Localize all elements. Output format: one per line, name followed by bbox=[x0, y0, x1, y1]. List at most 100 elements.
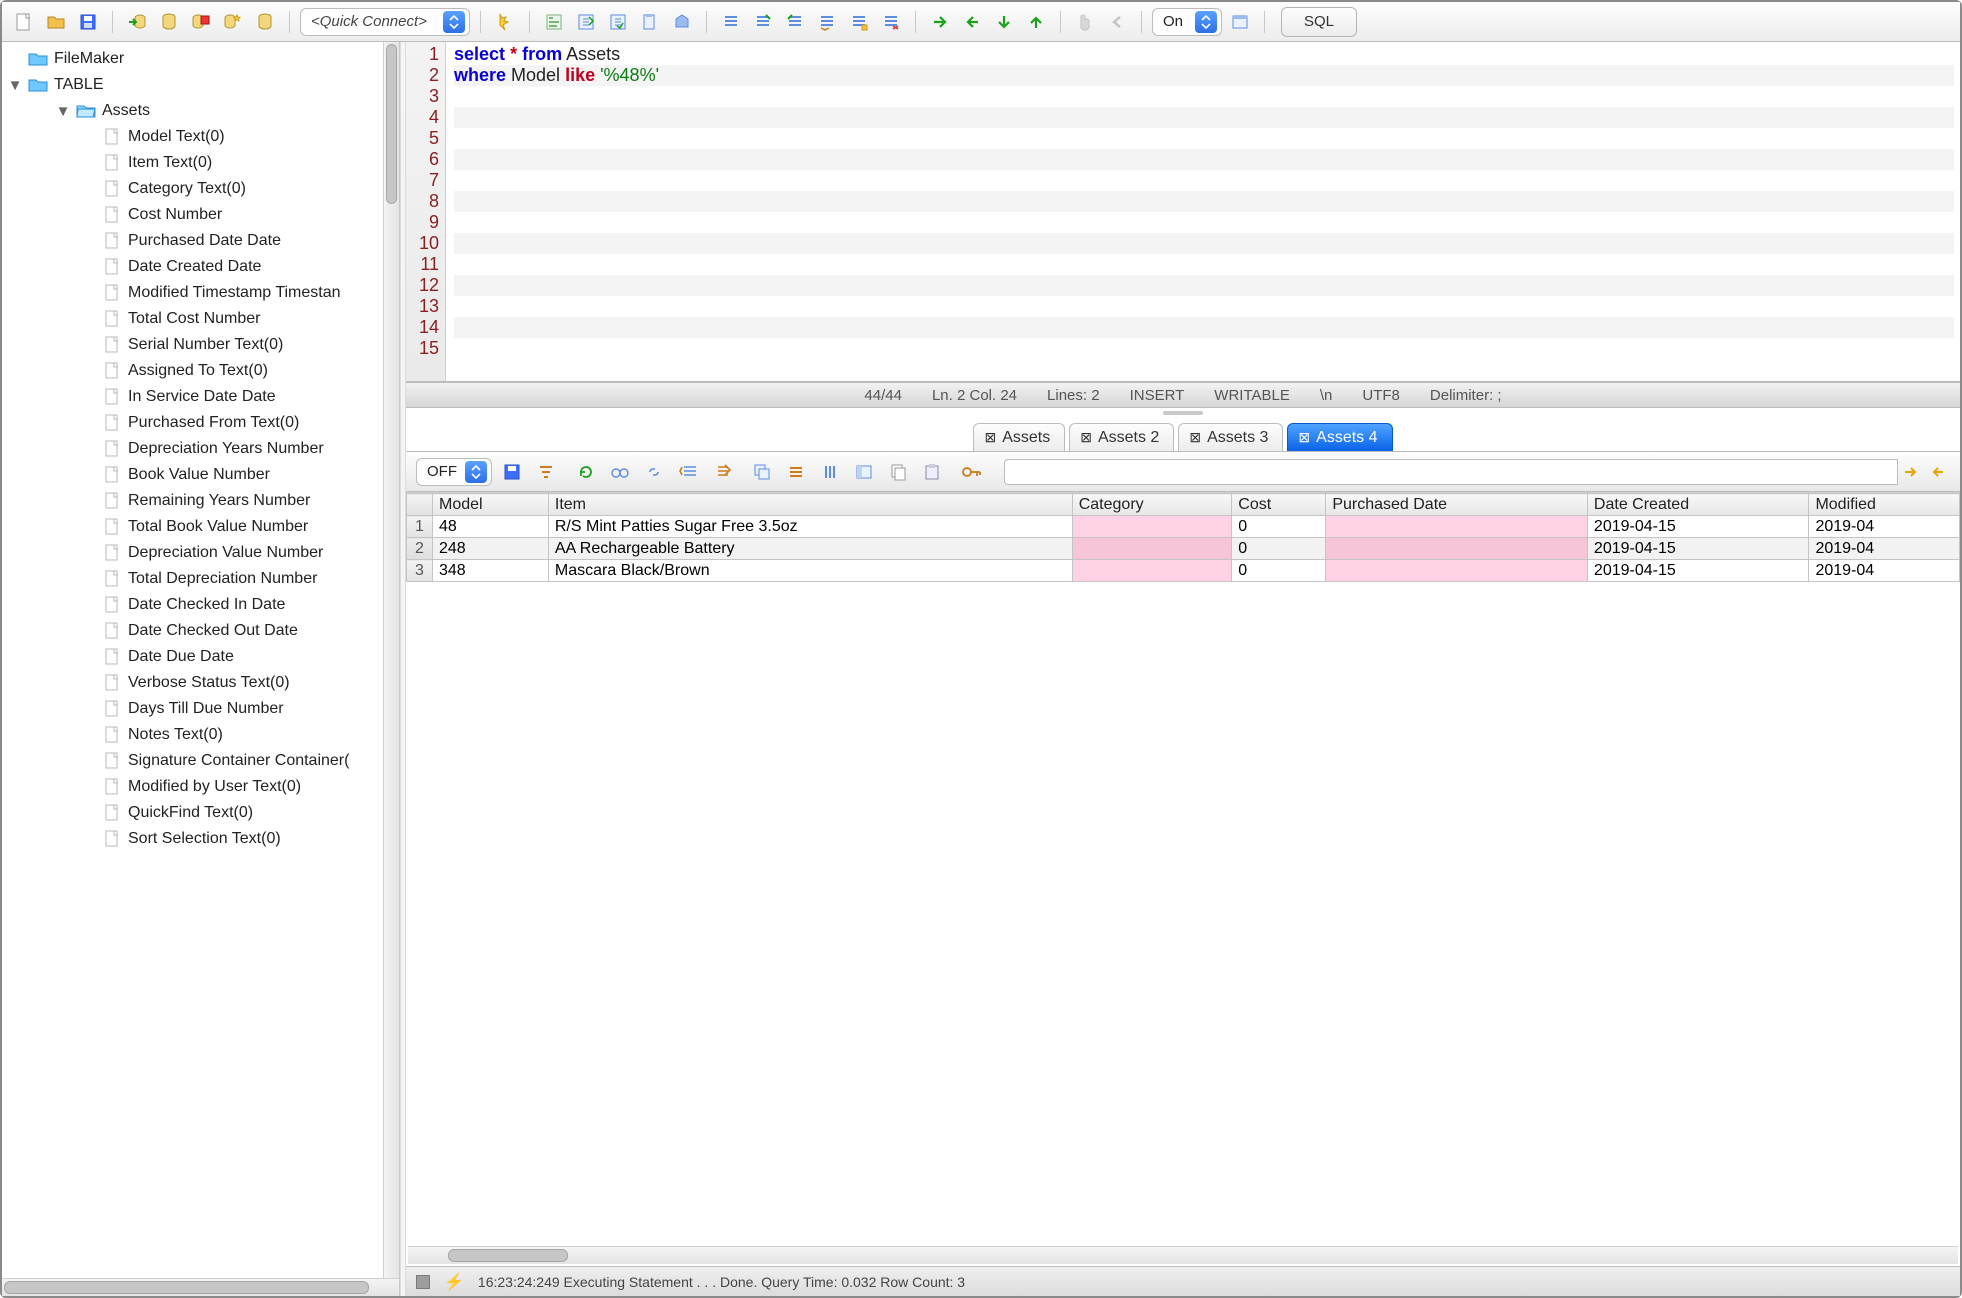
export-icon[interactable] bbox=[674, 458, 702, 486]
table-row[interactable]: 2248AA Rechargeable Battery02019-04-1520… bbox=[407, 538, 1960, 560]
align-3-icon[interactable] bbox=[781, 8, 809, 36]
tree-column-node[interactable]: Days Till Due Number bbox=[8, 696, 399, 722]
table-cell[interactable] bbox=[1326, 516, 1588, 538]
tree-column-node[interactable]: Category Text(0) bbox=[8, 176, 399, 202]
result-tab[interactable]: ⊠Assets 3 bbox=[1178, 423, 1283, 451]
close-tab-icon[interactable]: ⊠ bbox=[984, 429, 996, 446]
off-dropdown[interactable]: OFF bbox=[416, 458, 492, 486]
copy-icon[interactable] bbox=[884, 458, 912, 486]
tree-column-node[interactable]: Model Text(0) bbox=[8, 124, 399, 150]
columns-icon[interactable] bbox=[816, 458, 844, 486]
tool-3-icon[interactable] bbox=[604, 8, 632, 36]
import-icon[interactable] bbox=[708, 458, 736, 486]
table-cell[interactable]: 0 bbox=[1232, 538, 1326, 560]
table-cell[interactable]: 248 bbox=[433, 538, 549, 560]
glasses-icon[interactable] bbox=[606, 458, 634, 486]
tree-column-node[interactable]: Depreciation Years Number bbox=[8, 436, 399, 462]
save-icon[interactable] bbox=[74, 8, 102, 36]
tree-column-node[interactable]: Date Checked Out Date bbox=[8, 618, 399, 644]
sidebar-horizontal-scrollbar[interactable] bbox=[2, 1278, 399, 1296]
search-next-icon[interactable] bbox=[1898, 459, 1924, 485]
result-horizontal-scrollbar[interactable] bbox=[408, 1246, 1958, 1264]
open-folder-icon[interactable] bbox=[42, 8, 70, 36]
tree-column-node[interactable]: Total Depreciation Number bbox=[8, 566, 399, 592]
filter-icon[interactable] bbox=[532, 458, 560, 486]
tree-column-node[interactable]: Purchased From Text(0) bbox=[8, 410, 399, 436]
table-cell[interactable] bbox=[1072, 538, 1232, 560]
result-tab[interactable]: ⊠Assets 2 bbox=[1069, 423, 1174, 451]
table-cell[interactable]: AA Rechargeable Battery bbox=[548, 538, 1072, 560]
glove-icon[interactable] bbox=[1071, 8, 1099, 36]
tree-column-node[interactable]: QuickFind Text(0) bbox=[8, 800, 399, 826]
column-header[interactable]: Modified bbox=[1809, 494, 1960, 516]
execute-icon[interactable] bbox=[491, 8, 519, 36]
close-tab-icon[interactable]: ⊠ bbox=[1080, 429, 1092, 446]
tree-column-node[interactable]: Total Cost Number bbox=[8, 306, 399, 332]
close-tab-icon[interactable]: ⊠ bbox=[1189, 429, 1201, 446]
tree-column-node[interactable]: Cost Number bbox=[8, 202, 399, 228]
table-cell[interactable]: 0 bbox=[1232, 516, 1326, 538]
disclosure-open-icon[interactable]: ▼ bbox=[8, 78, 22, 92]
arrow-down-icon[interactable] bbox=[990, 8, 1018, 36]
table-cell[interactable]: 2019-04-15 bbox=[1587, 560, 1809, 582]
table-cell[interactable] bbox=[1072, 516, 1232, 538]
tree-column-node[interactable]: Assigned To Text(0) bbox=[8, 358, 399, 384]
tree-column-node[interactable]: Remaining Years Number bbox=[8, 488, 399, 514]
horizontal-splitter[interactable] bbox=[406, 408, 1960, 418]
search-prev-icon[interactable] bbox=[1924, 459, 1950, 485]
tool-5-icon[interactable] bbox=[668, 8, 696, 36]
result-search-input[interactable] bbox=[1004, 459, 1898, 485]
sql-editor[interactable]: 123456789101112131415 select * from Asse… bbox=[406, 42, 1960, 382]
tree-column-node[interactable]: Item Text(0) bbox=[8, 150, 399, 176]
db-alt-icon[interactable] bbox=[251, 8, 279, 36]
key-icon[interactable] bbox=[958, 458, 986, 486]
align-5-icon[interactable] bbox=[845, 8, 873, 36]
column-header[interactable]: Category bbox=[1072, 494, 1232, 516]
quick-connect-dropdown[interactable]: <Quick Connect> bbox=[300, 8, 470, 36]
column-header[interactable]: Model bbox=[433, 494, 549, 516]
table-cell[interactable]: 348 bbox=[433, 560, 549, 582]
tree-column-node[interactable]: Date Checked In Date bbox=[8, 592, 399, 618]
tree-column-node[interactable]: Date Created Date bbox=[8, 254, 399, 280]
tree-column-node[interactable]: Modified Timestamp Timestan bbox=[8, 280, 399, 306]
tree-column-node[interactable]: Modified by User Text(0) bbox=[8, 774, 399, 800]
table-cell[interactable]: 2019-04 bbox=[1809, 560, 1960, 582]
tree-column-node[interactable]: Purchased Date Date bbox=[8, 228, 399, 254]
tree-column-node[interactable]: In Service Date Date bbox=[8, 384, 399, 410]
table-cell[interactable]: 2019-04 bbox=[1809, 538, 1960, 560]
tool-2-icon[interactable] bbox=[572, 8, 600, 36]
back-icon[interactable] bbox=[1103, 8, 1131, 36]
table-cell[interactable] bbox=[1072, 560, 1232, 582]
arrow-left-icon[interactable] bbox=[958, 8, 986, 36]
close-tab-icon[interactable]: ⊠ bbox=[1298, 429, 1310, 446]
clipboard-icon[interactable] bbox=[918, 458, 946, 486]
tree-column-node[interactable]: Date Due Date bbox=[8, 644, 399, 670]
align-4-icon[interactable] bbox=[813, 8, 841, 36]
column-header[interactable]: Purchased Date bbox=[1326, 494, 1588, 516]
db-disconnect-icon[interactable] bbox=[187, 8, 215, 36]
result-tab[interactable]: ⊠Assets 4 bbox=[1287, 423, 1392, 451]
column-header[interactable]: Item bbox=[548, 494, 1072, 516]
table-cell[interactable]: 2019-04 bbox=[1809, 516, 1960, 538]
tree-column-node[interactable]: Total Book Value Number bbox=[8, 514, 399, 540]
column-header[interactable]: Cost bbox=[1232, 494, 1326, 516]
column-header[interactable]: Date Created bbox=[1587, 494, 1809, 516]
tree-table-node[interactable]: ▼ Assets bbox=[8, 98, 399, 124]
tree-db-node[interactable]: FileMaker bbox=[8, 46, 399, 72]
table-cell[interactable]: 2019-04-15 bbox=[1587, 516, 1809, 538]
editor-code-area[interactable]: select * from Assetswhere Model like '%4… bbox=[446, 42, 1960, 381]
tree-column-node[interactable]: Notes Text(0) bbox=[8, 722, 399, 748]
tree-column-node[interactable]: Serial Number Text(0) bbox=[8, 332, 399, 358]
tree-column-node[interactable]: Verbose Status Text(0) bbox=[8, 670, 399, 696]
on-off-dropdown[interactable]: On bbox=[1152, 8, 1222, 36]
schema-tree[interactable]: FileMaker ▼ TABLE ▼ Assets Model Text(0)… bbox=[2, 42, 399, 1278]
refresh-icon[interactable] bbox=[572, 458, 600, 486]
table-cell[interactable] bbox=[1326, 538, 1588, 560]
copy-table-icon[interactable] bbox=[748, 458, 776, 486]
link-icon[interactable] bbox=[640, 458, 668, 486]
panel-icon[interactable] bbox=[1226, 8, 1254, 36]
result-tab[interactable]: ⊠Assets bbox=[973, 423, 1065, 451]
new-file-icon[interactable] bbox=[10, 8, 38, 36]
table-cell[interactable]: 0 bbox=[1232, 560, 1326, 582]
tree-column-node[interactable]: Sort Selection Text(0) bbox=[8, 826, 399, 852]
